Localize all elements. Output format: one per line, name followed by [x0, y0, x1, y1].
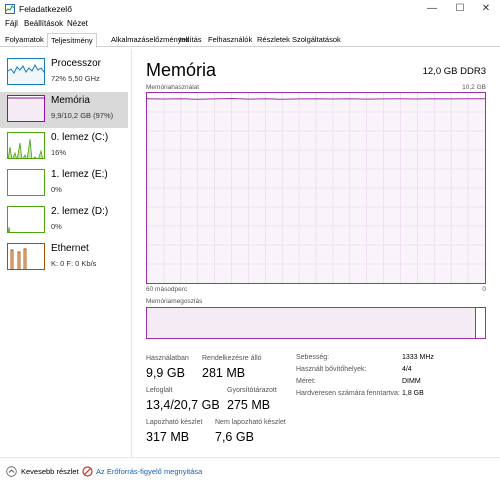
maximize-button[interactable]: ☐ [446, 0, 474, 18]
committed-value: 13,4/20,7 GB [146, 398, 220, 412]
sidebar-item-value: 0% [51, 222, 62, 231]
graph-label: Memóriahasználat [146, 84, 200, 91]
sidebar-item-label: 1. lemez (E:) [51, 169, 108, 180]
sidebar-item-disk-0[interactable]: 0. lemez (C:) 16% [0, 129, 128, 165]
nonpaged-pool-value: 7,6 GB [215, 430, 254, 444]
sidebar-item-value: 0% [51, 185, 62, 194]
composition-in-use [147, 308, 475, 338]
graph-max-label: 10,2 GB [462, 84, 486, 91]
tab-bar: Folyamatok Teljesítmény Alkalmazáselőzmé… [0, 33, 500, 48]
menu-settings[interactable]: Beállítások [24, 19, 63, 28]
memory-usage-graph [146, 92, 486, 284]
sidebar-item-disk-1[interactable]: 1. lemez (E:) 0% [0, 166, 128, 202]
slots-value: 4/4 [402, 366, 412, 373]
hardware-reserved-value: 1,8 GB [402, 390, 424, 397]
sidebar-item-label: Processzor [51, 58, 102, 69]
menu-file[interactable]: Fájl [5, 19, 18, 28]
committed-label: Lefoglalt [146, 387, 173, 394]
page-title: Memória [146, 60, 217, 80]
speed-value: 1333 MHz [402, 354, 434, 361]
window-title: Feladatkezelő [19, 4, 72, 14]
tab-startup[interactable]: Indítás [176, 33, 205, 47]
sidebar-item-label: 2. lemez (D:) [51, 206, 109, 217]
tab-services[interactable]: Szolgáltatások [289, 33, 344, 47]
tab-details[interactable]: Részletek [254, 33, 293, 47]
cached-value: 275 MB [227, 398, 271, 412]
minimize-button[interactable]: — [418, 0, 446, 18]
resource-sidebar: Processzor 72% 5,50 GHz Memória 9,9/10,2… [0, 49, 132, 457]
memory-thumbnail [7, 95, 45, 122]
footer-bar: Kevesebb részlet Az Erőforrás-figyelő me… [0, 457, 500, 486]
nonpaged-pool-label: Nem lapozható készlet [215, 419, 286, 426]
tab-processes[interactable]: Folyamatok [2, 33, 47, 47]
task-manager-icon [5, 4, 15, 14]
sidebar-item-memory[interactable]: Memória 9,9/10,2 GB (97%) [0, 92, 128, 128]
form-factor-value: DIMM [402, 378, 421, 385]
sidebar-item-label: Ethernet [51, 243, 89, 254]
graph-time-left: 60 másodperc [146, 286, 188, 293]
sidebar-item-value: 72% 5,50 GHz [51, 74, 100, 83]
available-value: 281 MB [202, 366, 246, 380]
form-factor-label: Méret: [296, 378, 316, 385]
disk-2-thumbnail [7, 206, 45, 233]
sidebar-item-value: 16% [51, 148, 67, 157]
available-label: Rendelkezésre álló [202, 355, 262, 362]
graph-time-right: 0 [482, 286, 486, 293]
tab-users[interactable]: Felhasználók [205, 33, 255, 47]
sidebar-item-value: 9,9/10,2 GB (97%) [51, 111, 114, 120]
sidebar-item-ethernet[interactable]: Ethernet K: 0 F: 0 Kb/s [0, 240, 128, 276]
disk-0-thumbnail [7, 132, 45, 159]
in-use-value: 9,9 GB [146, 366, 185, 380]
menu-bar: Fájl Beállítások Nézet [0, 18, 500, 32]
composition-label: Memóriamegoszlás [146, 298, 203, 305]
hardware-reserved-label: Hardveresen számára fenntartva: [296, 390, 400, 397]
title-bar: Feladatkezelő — ☐ ✕ [0, 0, 500, 18]
memory-spec: 12,0 GB DDR3 [422, 66, 486, 77]
composition-separator [474, 308, 476, 338]
tab-performance[interactable]: Teljesítmény [47, 33, 97, 48]
ethernet-thumbnail [7, 243, 45, 270]
sidebar-item-value: K: 0 F: 0 Kb/s [51, 259, 97, 268]
cached-label: Gyorsítótárazott [227, 387, 277, 394]
paged-pool-value: 317 MB [146, 430, 190, 444]
sidebar-item-disk-2[interactable]: 2. lemez (D:) 0% [0, 203, 128, 239]
disk-1-thumbnail [7, 169, 45, 196]
sidebar-item-label: Memória [51, 95, 90, 106]
cpu-thumbnail [7, 58, 45, 85]
open-resource-monitor-link[interactable]: Az Erőforrás-figyelő megnyitása [96, 467, 202, 476]
memory-composition-bar [146, 307, 486, 339]
speed-label: Sebesség: [296, 354, 330, 361]
paged-pool-label: Lapozható készlet [146, 419, 203, 426]
resource-monitor-icon [82, 466, 93, 477]
sidebar-item-label: 0. lemez (C:) [51, 132, 109, 143]
slots-label: Használt bővítőhelyek: [296, 366, 367, 373]
in-use-label: Használatban [146, 355, 189, 362]
sidebar-item-cpu[interactable]: Processzor 72% 5,50 GHz [0, 55, 128, 91]
chevron-up-icon[interactable] [6, 466, 17, 477]
fewer-details-link[interactable]: Kevesebb részlet [21, 467, 79, 476]
close-button[interactable]: ✕ [472, 0, 500, 18]
menu-view[interactable]: Nézet [67, 19, 88, 28]
